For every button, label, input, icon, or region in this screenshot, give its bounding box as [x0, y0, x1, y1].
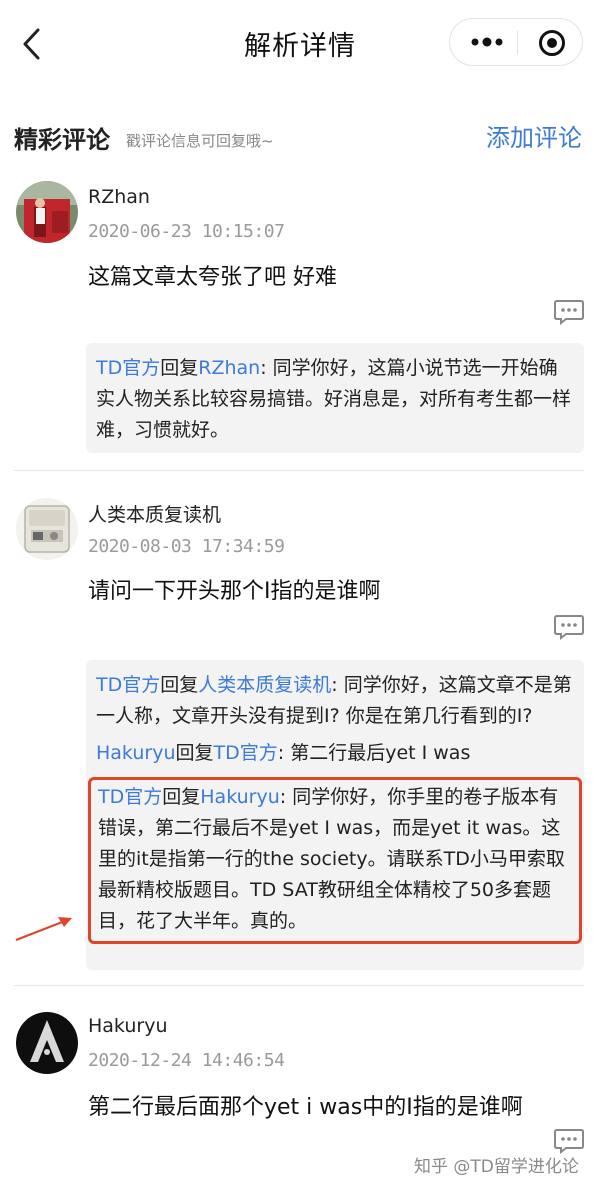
comment-username[interactable]: RZhan	[88, 186, 150, 208]
avatar[interactable]	[16, 181, 78, 243]
comment-reply-icon[interactable]	[554, 614, 584, 640]
more-dots-icon[interactable]	[470, 30, 504, 54]
section-hint: 戳评论信息可回复哦~	[126, 132, 274, 150]
comment-text[interactable]: 这篇文章太夸张了吧 好难	[88, 259, 337, 291]
reply-verb: 回复	[160, 674, 199, 696]
mini-program-capsule	[449, 18, 583, 66]
reply-text: : 第二行最后yet I was	[277, 742, 471, 764]
comment-date: 2020-06-23 10:15:07	[88, 221, 285, 242]
reply-thread: TD官方回复RZhan: 同学你好，这篇小说节选一开始确实人物关系比较容易搞错。…	[86, 343, 584, 453]
comment-text[interactable]: 请问一下开头那个I指的是谁啊	[88, 573, 381, 605]
target-circle-icon[interactable]	[538, 29, 566, 57]
section-title: 精彩评论	[14, 126, 110, 154]
reply-verb: 回复	[175, 742, 214, 764]
comments-header: 精彩评论 戳评论信息可回复哦~ 添加评论	[0, 112, 600, 160]
reply-verb: 回复	[160, 357, 199, 379]
reply-item[interactable]: Hakuryu回复TD官方: 第二行最后yet I was	[96, 738, 574, 769]
comment-reply-icon[interactable]	[554, 1128, 584, 1154]
comment-divider	[14, 985, 584, 986]
comment-divider	[14, 470, 584, 471]
annotation-arrow-icon	[15, 917, 72, 942]
reply-author[interactable]: Hakuryu	[96, 742, 176, 764]
comment-date: 2020-08-03 17:34:59	[88, 536, 285, 557]
capsule-divider	[517, 31, 518, 55]
reply-author[interactable]: TD官方	[96, 357, 160, 379]
reply-author[interactable]: TD官方	[98, 786, 162, 808]
highlighted-reply-item[interactable]: TD官方回复Hakuryu: 同学你好，你手里的卷子版本有错误，第二行最后不是y…	[88, 777, 582, 944]
reply-thread: TD官方回复人类本质复读机: 同学你好，这篇文章不是第一人称，文章开头没有提到I…	[86, 660, 584, 970]
comment-username[interactable]: Hakuryu	[88, 1015, 168, 1037]
reply-target[interactable]: Hakuryu	[200, 786, 280, 808]
reply-target[interactable]: RZhan	[198, 357, 260, 379]
reply-item[interactable]: TD官方回复人类本质复读机: 同学你好，这篇文章不是第一人称，文章开头没有提到I…	[96, 670, 574, 732]
add-comment-button[interactable]: 添加评论	[486, 118, 582, 153]
reply-author[interactable]: TD官方	[96, 674, 160, 696]
reply-verb: 回复	[162, 786, 201, 808]
reply-target[interactable]: TD官方	[214, 742, 278, 764]
reply-target[interactable]: 人类本质复读机	[198, 674, 331, 696]
nav-bar: 解析详情	[0, 0, 600, 90]
comment-text[interactable]: 第二行最后面那个yet i was中的I指的是谁啊	[88, 1089, 523, 1121]
avatar[interactable]	[16, 1012, 78, 1074]
reply-item[interactable]: TD官方回复RZhan: 同学你好，这篇小说节选一开始确实人物关系比较容易搞错。…	[96, 353, 574, 446]
avatar[interactable]	[16, 498, 78, 560]
watermark: 知乎 @TD留学进化论	[414, 1157, 579, 1177]
comment-reply-icon[interactable]	[554, 299, 584, 325]
comment-date: 2020-12-24 14:46:54	[88, 1050, 285, 1071]
comment-username[interactable]: 人类本质复读机	[88, 500, 221, 527]
